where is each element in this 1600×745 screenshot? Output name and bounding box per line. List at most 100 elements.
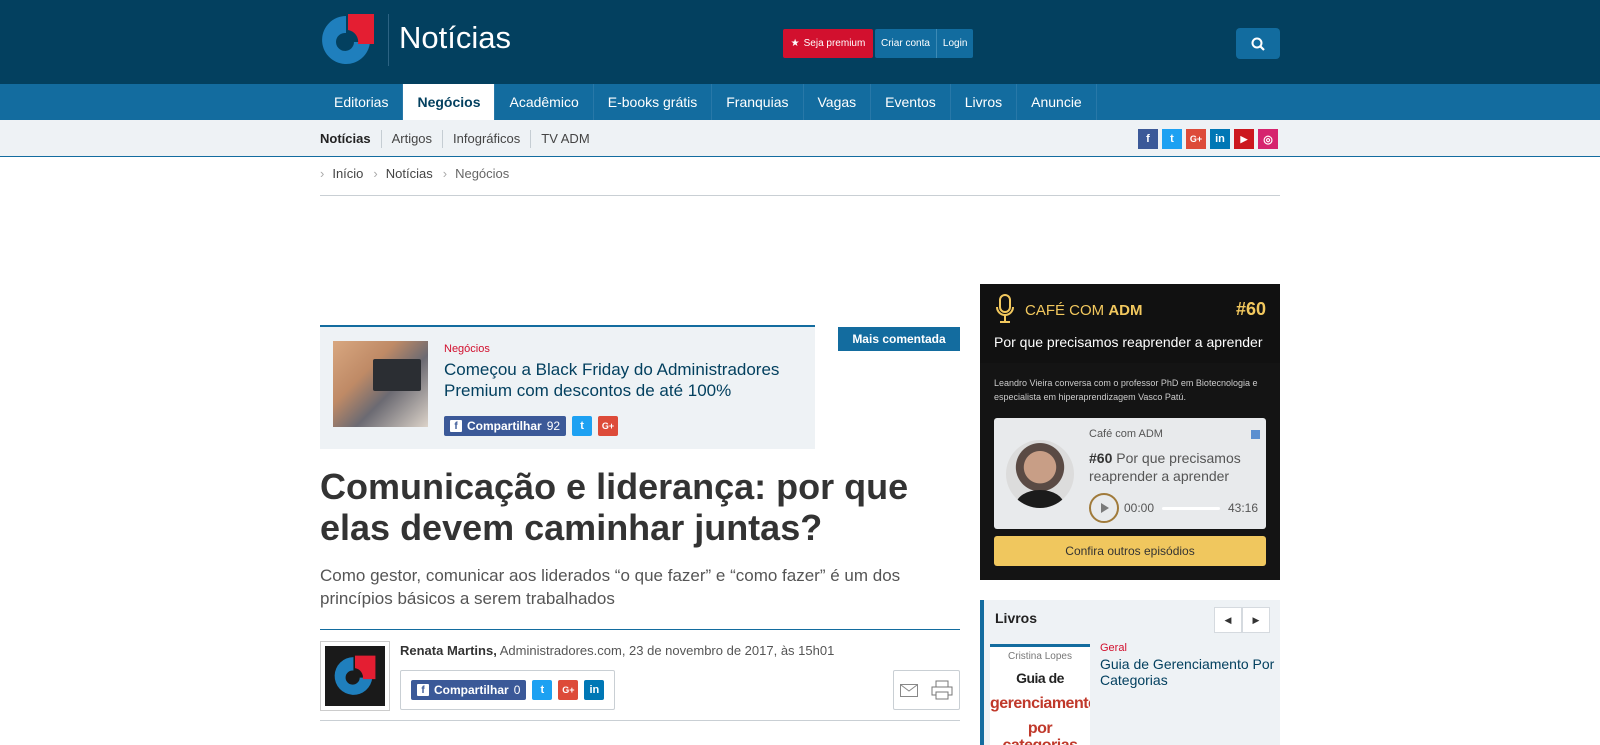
audio-player: Café com ADM #60 Por que precisamos reap…: [994, 418, 1266, 529]
more-episodes-button[interactable]: Confira outros episódios: [994, 536, 1266, 566]
duration: 43:16: [1228, 501, 1259, 515]
logo-separator: [388, 14, 389, 66]
login-button[interactable]: Login: [937, 29, 973, 58]
article-headline: Comunicação e liderança: por que elas de…: [320, 466, 909, 548]
chevron-right-icon[interactable]: ▶: [1242, 607, 1270, 633]
play-icon: [1101, 503, 1109, 513]
featured-share-bar: f Compartilhar 92 t G+: [444, 416, 619, 436]
site-logo[interactable]: [320, 14, 376, 66]
author-name[interactable]: Renata Martins,: [400, 643, 497, 658]
google-plus-share-icon[interactable]: G+: [558, 680, 579, 700]
twitter-share-icon[interactable]: t: [572, 416, 593, 436]
subnav-infograficos[interactable]: Infográficos: [442, 130, 530, 148]
nav-eventos[interactable]: Eventos: [871, 84, 951, 120]
nav-ebooks[interactable]: E-books grátis: [594, 84, 713, 120]
search-icon: [1251, 37, 1265, 51]
search-button[interactable]: [1236, 28, 1280, 59]
google-plus-icon[interactable]: G+: [1186, 129, 1206, 149]
nav-livros[interactable]: Livros: [951, 84, 1018, 120]
nav-vagas[interactable]: Vagas: [804, 84, 872, 120]
account-buttons: Criar conta Login: [875, 29, 974, 58]
site-header: Notícias ★ Seja premium Criar conta Logi…: [0, 0, 1600, 84]
article-tools: [893, 670, 960, 710]
nav-anuncie[interactable]: Anuncie: [1017, 84, 1097, 120]
share-label: Compartilhar: [467, 419, 542, 433]
nav-editorias[interactable]: Editorias: [320, 84, 404, 120]
nav-franquias[interactable]: Franquias: [712, 84, 804, 120]
podcast-header: CAFÉ COM ADM #60 Por que precisamos reap…: [980, 284, 1280, 363]
books-widget: Livros ◀ ▶ Cristina Lopes Guia de gerenc…: [980, 600, 1280, 745]
article-meta: Administradores.com, 23 de novembro de 2…: [499, 643, 835, 658]
article-subtitle: Como gestor, comunicar aos liderados “o …: [320, 566, 901, 608]
nav-academico[interactable]: Acadêmico: [495, 84, 594, 120]
book-cover-title-line3: por categorias: [1002, 720, 1078, 745]
player-logo-icon[interactable]: [1251, 430, 1260, 439]
breadcrumb-negocios: Negócios: [455, 166, 510, 181]
site-title[interactable]: Notícias: [399, 20, 511, 56]
facebook-icon: f: [450, 420, 462, 432]
star-icon: ★: [790, 38, 800, 49]
podcast-name-prefix: CAFÉ COM: [1025, 302, 1105, 319]
article-share-bar: f Compartilhar 0 t G+ in: [400, 670, 616, 710]
author-line: Renata Martins, Administradores.com, 23 …: [400, 643, 834, 658]
breadcrumb: › Início › Notícias › Negócios: [320, 166, 1280, 196]
create-account-button[interactable]: Criar conta: [875, 29, 936, 58]
guest-photo: [1006, 440, 1074, 508]
google-plus-share-icon[interactable]: G+: [598, 416, 619, 436]
print-icon[interactable]: [931, 680, 953, 700]
episode-title[interactable]: Por que precisamos reaprender a aprender: [994, 334, 1263, 350]
share-count: 0: [513, 683, 521, 697]
youtube-icon[interactable]: ▶: [1234, 129, 1254, 149]
play-button[interactable]: [1089, 493, 1119, 523]
facebook-share-button[interactable]: f Compartilhar 0: [411, 680, 527, 700]
facebook-icon[interactable]: f: [1138, 129, 1158, 149]
podcast-widget: CAFÉ COM ADM #60 Por que precisamos reap…: [980, 284, 1280, 580]
book-title[interactable]: Guia de Gerenciamento Por Categorias: [1100, 656, 1275, 688]
featured-story-category[interactable]: Negócios: [444, 343, 490, 355]
premium-button[interactable]: ★ Seja premium: [783, 29, 873, 58]
facebook-icon: f: [417, 684, 429, 696]
microphone-icon: [996, 294, 1014, 323]
chevron-right-icon: ›: [373, 166, 378, 181]
article-byline: Renata Martins, Administradores.com, 23 …: [320, 629, 960, 721]
nav-negocios[interactable]: Negócios: [403, 84, 496, 120]
email-icon[interactable]: [900, 683, 919, 697]
twitter-icon[interactable]: t: [1162, 129, 1182, 149]
subnav-tv-adm[interactable]: TV ADM: [530, 130, 599, 148]
player-episode-title: #60 Por que precisamos reaprender a apre…: [1089, 449, 1259, 485]
subnav-noticias[interactable]: Notícias: [320, 130, 381, 148]
breadcrumb-noticias[interactable]: Notícias: [386, 166, 433, 195]
featured-story-thumbnail[interactable]: [333, 341, 428, 427]
main-nav: Editorias Negócios Acadêmico E-books grá…: [0, 84, 1600, 120]
twitter-share-icon[interactable]: t: [532, 680, 553, 700]
chevron-left-icon[interactable]: ◀: [1214, 607, 1242, 633]
author-avatar[interactable]: [320, 641, 390, 711]
player-show-name: Café com ADM: [1089, 428, 1163, 440]
books-section-title: Livros: [995, 610, 1038, 626]
breadcrumb-inicio[interactable]: Início: [332, 166, 363, 195]
book-cover-title-line2: gerenciamento: [990, 695, 1090, 712]
featured-story[interactable]: Negócios Começou a Black Friday do Admin…: [320, 325, 815, 449]
premium-label: Seja premium: [803, 38, 866, 49]
featured-story-title[interactable]: Começou a Black Friday do Administradore…: [444, 359, 804, 401]
book-category[interactable]: Geral: [1100, 642, 1127, 654]
podcast-name-bold: ADM: [1108, 302, 1143, 319]
facebook-share-button[interactable]: f Compartilhar 92: [444, 416, 567, 436]
most-commented-badge[interactable]: Mais comentada: [838, 327, 960, 351]
player-episode-number: #60: [1089, 450, 1113, 466]
progress-bar[interactable]: [1162, 507, 1220, 510]
podcast-name[interactable]: CAFÉ COM ADM: [1025, 302, 1143, 319]
book-cover[interactable]: Cristina Lopes Guia de gerenciamento por…: [990, 644, 1090, 745]
player-episode-text: Por que precisamos reaprender a aprender: [1089, 450, 1241, 484]
instagram-icon[interactable]: ◎: [1258, 129, 1278, 149]
chevron-right-icon: ›: [442, 166, 448, 181]
books-carousel-nav: ◀ ▶: [1214, 607, 1270, 633]
subnav-artigos[interactable]: Artigos: [380, 130, 442, 148]
book-cover-title-line1: Guia de: [1016, 670, 1064, 686]
episode-description: Leandro Vieira conversa com o professor …: [994, 378, 1258, 402]
chevron-right-icon: ›: [320, 166, 325, 181]
linkedin-share-icon[interactable]: in: [584, 680, 605, 700]
linkedin-icon[interactable]: in: [1210, 129, 1230, 149]
book-cover-author: Cristina Lopes: [1008, 651, 1072, 662]
share-count: 92: [546, 419, 561, 433]
